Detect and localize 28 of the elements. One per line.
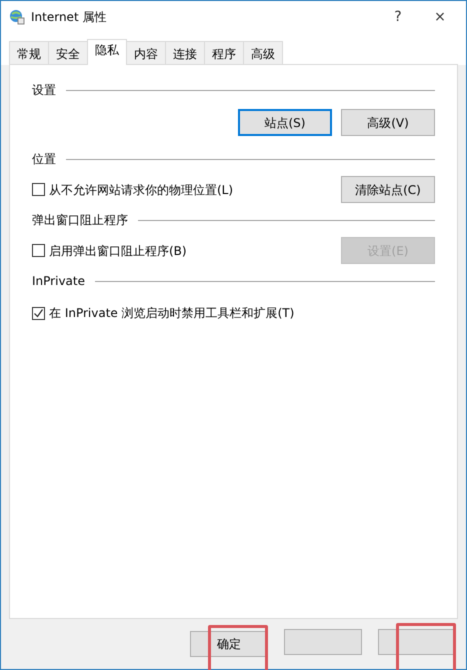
checkbox-label: 启用弹出窗口阻止程序(B) [49, 242, 187, 260]
tab[interactable]: 高级 [243, 41, 283, 65]
dialog-button[interactable]: 确定 [190, 631, 268, 657]
highlight-frame [396, 623, 456, 670]
section-heading: InPrivate [32, 273, 85, 290]
checkbox-label: 从不允许网站请求你的物理位置(L) [49, 182, 234, 198]
help-button[interactable]: ? [380, 6, 416, 28]
highlight-frame [208, 625, 268, 670]
button[interactable]: 站点(S) [238, 109, 332, 136]
globe-icon [9, 9, 25, 25]
tab[interactable]: 内容 [126, 41, 166, 65]
section-heading: 设置 [32, 82, 56, 99]
tab[interactable]: 隐私 [87, 39, 127, 65]
close-button[interactable]: × [422, 6, 458, 28]
section-heading: 弹出窗口阻止程序 [32, 212, 128, 229]
tab[interactable]: 安全 [48, 41, 88, 65]
tab[interactable]: 程序 [204, 41, 244, 65]
tab[interactable]: 常规 [9, 41, 49, 65]
window-title: Internet 属性 [31, 9, 108, 26]
checkbox[interactable] [32, 183, 45, 196]
checkbox[interactable] [32, 244, 45, 257]
tab[interactable]: 连接 [165, 41, 205, 65]
button[interactable]: 清除站点(C) [341, 176, 435, 203]
dialog-button[interactable] [378, 629, 456, 655]
checkbox[interactable] [32, 306, 45, 320]
section-heading: 位置 [32, 151, 56, 168]
checkbox-label: 在 InPrivate 浏览启动时禁用工具栏和扩展(T) [49, 305, 294, 322]
button[interactable]: 高级(V) [341, 109, 435, 136]
